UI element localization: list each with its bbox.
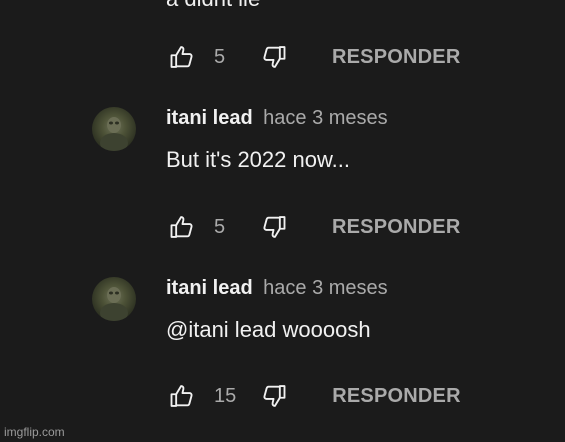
dislike-button[interactable] (260, 213, 288, 241)
like-button[interactable]: 15 (168, 382, 236, 410)
like-count: 5 (214, 215, 226, 238)
comment-time[interactable]: hace 3 meses (263, 277, 388, 299)
thumb-up-icon (168, 213, 196, 241)
author-name[interactable]: itani lead (166, 277, 253, 299)
avatar[interactable] (92, 277, 136, 321)
dislike-button[interactable] (260, 43, 288, 71)
like-count: 15 (214, 384, 237, 407)
clipped-comment-text: a didnt lie (166, 0, 260, 12)
watermark: imgflip.com (4, 425, 65, 439)
comment-text: @itani lead woooosh (166, 317, 371, 342)
thumb-down-icon (260, 213, 288, 241)
thumb-down-icon (260, 382, 288, 410)
like-button[interactable]: 5 (168, 213, 236, 241)
like-count: 5 (214, 45, 226, 68)
thumb-down-icon (260, 43, 288, 71)
comment-reply-2: itani lead hace 3 meses @itani lead wooo… (92, 277, 552, 387)
dislike-button[interactable] (260, 382, 288, 410)
top-comment-actions: 5 RESPONDER (168, 42, 461, 72)
thumb-up-icon (168, 382, 196, 410)
reply-1-actions: 5 RESPONDER (168, 212, 461, 242)
comment-header: itani lead hace 3 meses (166, 107, 388, 130)
reply-button[interactable]: RESPONDER (332, 46, 461, 69)
comment-text: But it's 2022 now... (166, 147, 350, 172)
avatar[interactable] (92, 107, 136, 151)
like-button[interactable]: 5 (168, 43, 236, 71)
comment-header: itani lead hace 3 meses (166, 277, 388, 300)
thumb-up-icon (168, 43, 196, 71)
reply-button[interactable]: RESPONDER (332, 216, 461, 239)
reply-button[interactable]: RESPONDER (332, 385, 461, 408)
comment-time[interactable]: hace 3 meses (263, 107, 388, 129)
reply-2-actions: 15 RESPONDER (168, 381, 461, 411)
author-name[interactable]: itani lead (166, 107, 253, 129)
